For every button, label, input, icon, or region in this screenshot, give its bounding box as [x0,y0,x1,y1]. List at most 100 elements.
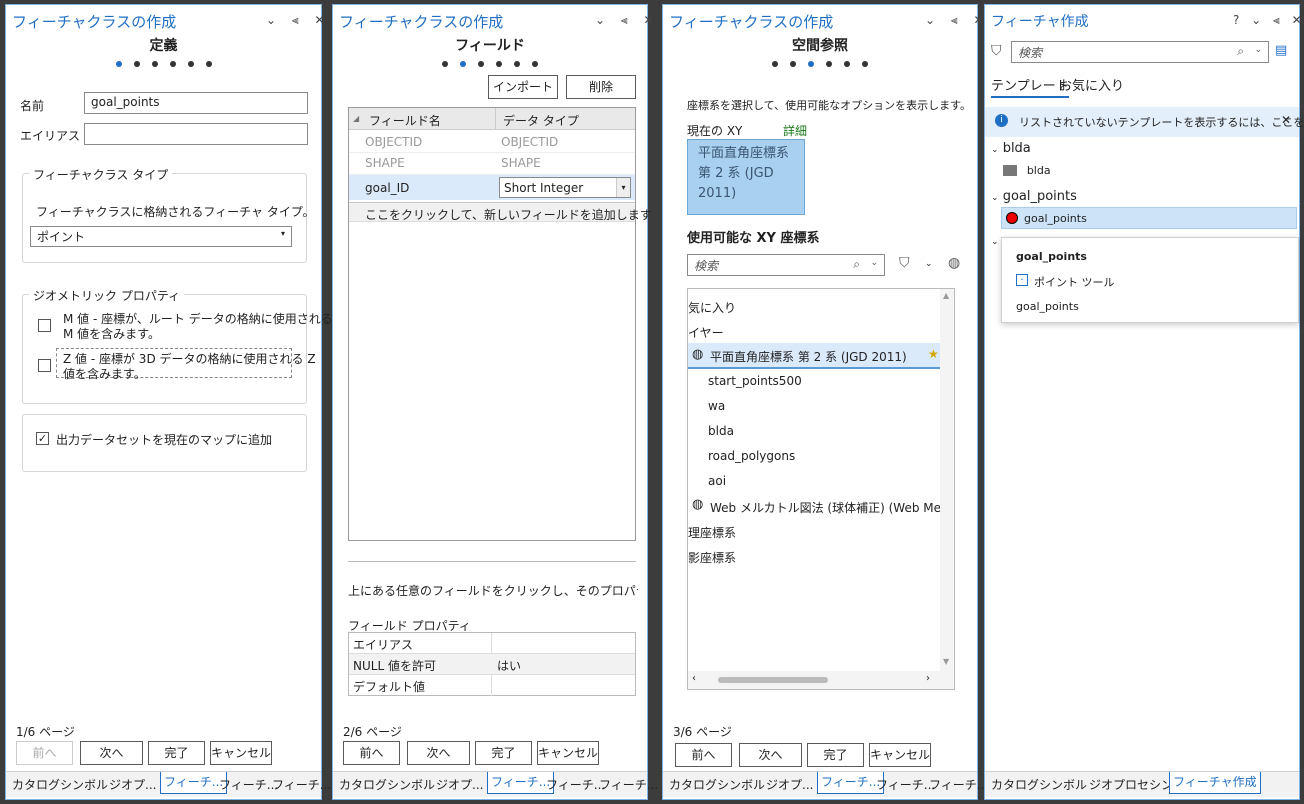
tab-create-fc-active[interactable]: フィーチ... [487,772,555,794]
list-item[interactable]: 理座標系 [688,524,736,541]
tab-geoprocessing[interactable]: ジオプ... [436,776,483,793]
pane-controls[interactable]: ⌄ ⫷ ✕ [266,13,331,28]
globe-icon[interactable]: ◍ [948,255,960,271]
delete-button[interactable]: 削除 [566,75,636,99]
add-field-row[interactable]: ここをクリックして、新しいフィールドを追加します [349,202,652,222]
pane-controls[interactable]: ⌄ ⫷ ✕ [595,13,660,28]
template-search-input[interactable]: 検索 ⌕ ⌄ [1011,41,1269,63]
prev-button[interactable]: 前へ [343,741,400,765]
close-icon[interactable]: ✕ [1281,113,1291,127]
list-item[interactable]: イヤー [688,324,724,341]
table-row[interactable]: OBJECTID OBJECTID [349,132,635,152]
data-type-select[interactable]: Short Integer ▾ [499,177,631,198]
chevron-down-icon[interactable]: ⌄ [1254,45,1262,55]
pane-controls[interactable]: ⌄ ⫷ ✕ [925,13,990,28]
list-item[interactable]: wa [708,399,725,413]
manage-templates-icon[interactable]: ▤ [1275,43,1287,58]
pane-controls[interactable]: ? ⌄ ⫷ ✕ [1233,13,1304,28]
tab-geoprocessing[interactable]: ジオプ... [109,776,156,793]
chevron-down-icon[interactable]: ⌄ [925,259,933,269]
tab-create-fc-3[interactable]: フィーチ... [929,776,988,793]
tab-create-features-active[interactable]: フィーチャ作成 [1169,772,1261,794]
scroll-down-icon[interactable]: ▼ [943,657,949,666]
tab-symbol[interactable]: シンボル [387,776,435,793]
tab-catalog[interactable]: カタログ [669,776,717,793]
scroll-right-icon[interactable]: › [926,673,930,684]
template-item-goal-points-selected[interactable]: goal_points [1001,207,1297,229]
name-field[interactable]: goal_points [84,92,308,114]
tab-symbol[interactable]: シンボル [60,776,108,793]
finish-button[interactable]: 完了 [475,741,532,765]
prev-button[interactable]: 前へ [675,743,732,767]
horizontal-scrollbar[interactable]: ‹ › [688,671,954,689]
import-button[interactable]: インポート [488,75,558,99]
table-row-selected[interactable]: goal_ID Short Integer ▾ [349,174,635,200]
chevron-down-icon[interactable]: ⌄ [870,258,878,268]
vertical-scrollbar[interactable]: ▲ ▼ [940,289,954,671]
fc-type-select[interactable]: ポイント ▾ [30,226,292,247]
next-button[interactable]: 次へ [80,741,143,765]
list-item[interactable]: 気に入り [688,299,736,316]
prop-row[interactable]: NULL 値を許可 はい [349,654,635,675]
tab-create-fc-active[interactable]: フィーチ... [817,772,885,794]
tab-create-fc-3[interactable]: フィーチ... [599,776,658,793]
tab-create-fc-active[interactable]: フィーチ... [160,772,228,794]
info-text[interactable]: リストされていないテンプレートを表示するには、ここを/ [1019,114,1304,130]
prop-row[interactable]: エイリアス [349,633,635,654]
list-item[interactable]: 影座標系 [688,549,736,566]
current-cs-box[interactable]: 平面直角座標系 第 2 系 (JGD 2011) [687,139,805,215]
list-item[interactable]: road_polygons [708,449,795,463]
popup-point-tool[interactable]: ポイント ツール [1034,274,1115,290]
z-value-checkbox[interactable] [38,359,51,372]
scroll-left-icon[interactable]: ‹ [692,673,696,684]
group-header-goal-points[interactable]: ⌄ goal_points [991,189,1077,204]
col-field-name[interactable]: フィールド名 [369,112,441,129]
tab-templates[interactable]: テンプレート [991,75,1069,98]
tab-symbol[interactable]: シンボル [717,776,765,793]
tab-create-fc-2[interactable]: フィーチ... [219,776,278,793]
next-button[interactable]: 次へ [407,741,470,765]
list-item[interactable]: blda [708,424,734,438]
table-row[interactable]: SHAPE SHAPE [349,152,635,172]
finish-button[interactable]: 完了 [148,741,205,765]
tab-create-fc-3[interactable]: フィーチ... [272,776,331,793]
tab-favorites[interactable]: お気に入り [1059,75,1124,94]
finish-button[interactable]: 完了 [807,743,864,767]
filter-icon[interactable]: ⛉ [991,43,1002,59]
alias-field[interactable] [84,123,308,145]
prop-row[interactable]: デフォルト値 [349,675,635,696]
chevron-down-icon: ⌄ [991,193,999,203]
step-dots [6,61,321,67]
tab-catalog[interactable]: カタログ [12,776,60,793]
cancel-button[interactable]: キャンセル [869,743,931,767]
next-button[interactable]: 次へ [739,743,802,767]
search-icon[interactable]: ⌕ [853,257,860,272]
group-header-blda[interactable]: ⌄ blda [991,141,1031,156]
chevron-down-icon[interactable]: ⌄ [991,237,999,247]
list-item[interactable]: start_points500 [708,374,802,388]
prev-button[interactable]: 前へ [16,741,73,765]
template-item-blda[interactable]: blda [1003,163,1051,177]
list-item-selected[interactable]: ◍ 平面直角座標系 第 2 系 (JGD 2011) ★ [688,343,940,369]
list-item[interactable]: aoi [708,474,726,488]
filter-icon[interactable]: ⛉ [899,255,910,271]
m-value-checkbox[interactable] [38,319,51,332]
scroll-thumb[interactable] [718,677,828,683]
tab-catalog[interactable]: カタログ [339,776,387,793]
search-icon[interactable]: ⌕ [1237,44,1244,59]
row-name: SHAPE [365,156,405,170]
tab-symbol[interactable]: シンボル [1039,776,1087,793]
add-to-map-checkbox[interactable]: ✓ [36,432,49,445]
tab-geoprocessing[interactable]: ジオプ... [766,776,813,793]
tab-create-fc-2[interactable]: フィーチ... [876,776,935,793]
cs-search-input[interactable]: 検索 ⌕ ⌄ [687,254,885,276]
tab-create-fc-2[interactable]: フィーチ... [546,776,605,793]
scroll-up-icon[interactable]: ▲ [943,291,949,300]
cancel-button[interactable]: キャンセル [210,741,272,765]
cancel-button[interactable]: キャンセル [537,741,599,765]
col-data-type[interactable]: データ タイプ [503,112,579,129]
popup-item[interactable]: goal_points [1016,300,1079,313]
star-icon[interactable]: ★ [928,347,939,361]
tab-catalog[interactable]: カタログ [991,776,1039,793]
details-link[interactable]: 詳細 [783,122,807,139]
